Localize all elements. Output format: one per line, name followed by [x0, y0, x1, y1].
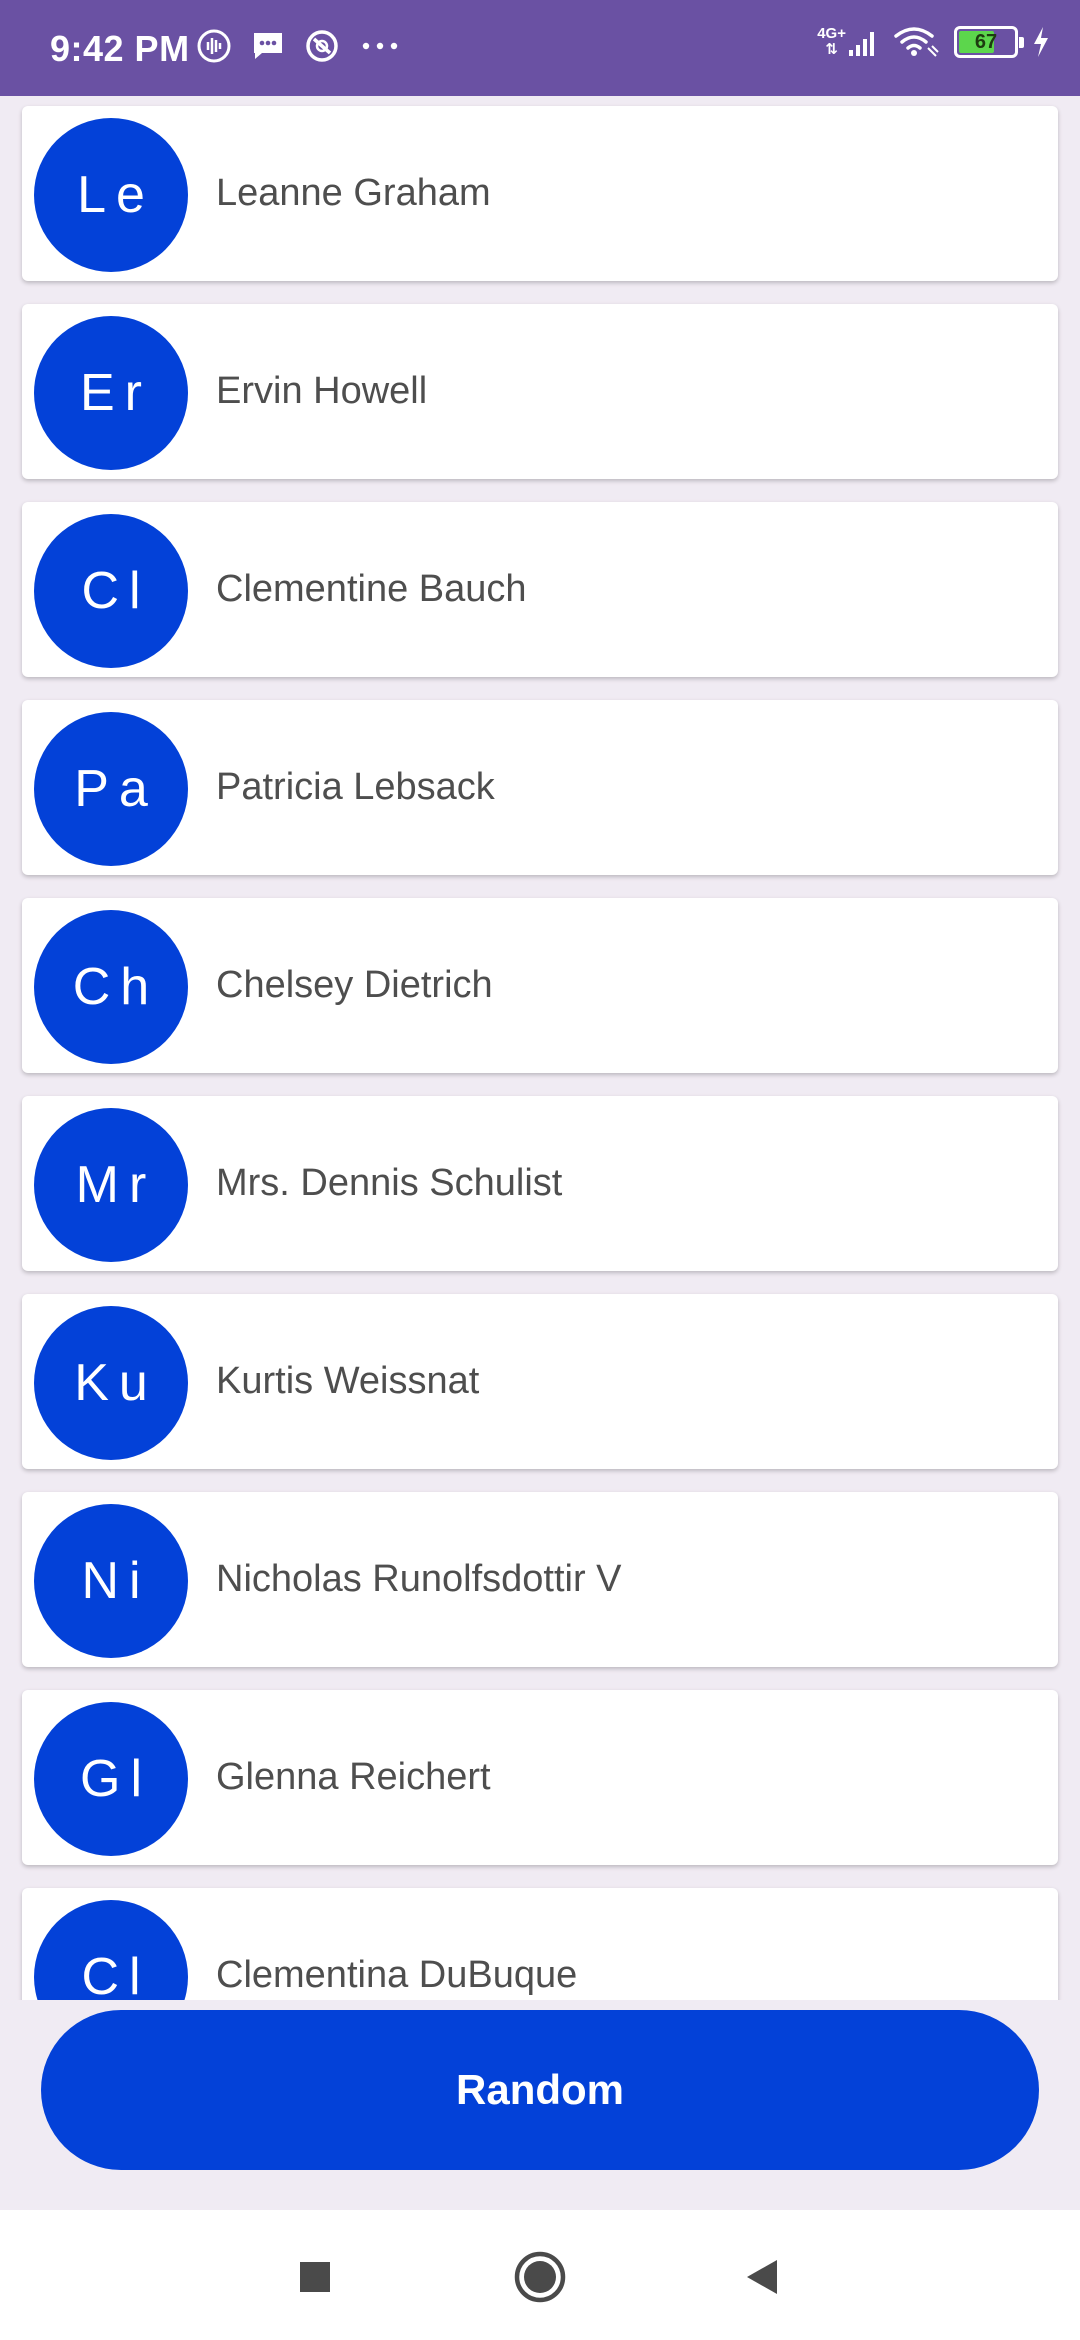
user-card[interactable]: Ch Chelsey Dietrich: [22, 898, 1058, 1073]
battery-level: 67: [974, 31, 998, 53]
random-button[interactable]: Random: [41, 2010, 1039, 2170]
user-card[interactable]: Cl Clementina DuBuque: [22, 1888, 1058, 2000]
user-card[interactable]: Le Leanne Graham: [22, 106, 1058, 281]
network-activity-label: ⇅: [825, 41, 838, 58]
user-card[interactable]: Ku Kurtis Weissnat: [22, 1294, 1058, 1469]
user-name: Kurtis Weissnat: [216, 1360, 480, 1402]
home-circle-icon[interactable]: [505, 2242, 575, 2312]
user-card[interactable]: Cl Clementine Bauch: [22, 502, 1058, 677]
battery-indicator: 67: [954, 26, 1024, 58]
user-card[interactable]: Pa Patricia Lebsack: [22, 700, 1058, 875]
user-name: Glenna Reichert: [216, 1756, 491, 1798]
user-avatar: Ch: [34, 910, 188, 1064]
user-avatar: Ku: [34, 1306, 188, 1460]
user-list[interactable]: Le Leanne Graham Er Ervin Howell Cl Clementin…: [0, 96, 1080, 2000]
user-name: Ervin Howell: [216, 370, 428, 412]
user-avatar: Ni: [34, 1504, 188, 1658]
battery-tip: [1019, 37, 1024, 48]
user-name: Nicholas Runolfsdottir V: [216, 1558, 622, 1600]
status-notification-icons: [196, 28, 402, 64]
status-system-icons: 4G+ ⇅ 67: [817, 24, 1050, 60]
message-icon: [254, 33, 282, 59]
system-nav-bar: [0, 2210, 1080, 2340]
network-type: 4G+ ⇅: [817, 26, 878, 58]
user-card[interactable]: Er Ervin Howell: [22, 304, 1058, 479]
user-name: Clementine Bauch: [216, 568, 527, 610]
bottom-action-area: Random: [0, 2000, 1080, 2210]
status-bar: 9:42 PM 4G+ ⇅ 67: [0, 0, 1080, 96]
user-name: Patricia Lebsack: [216, 766, 495, 808]
signal-strength-icon: [849, 32, 874, 56]
recents-square-icon[interactable]: [280, 2242, 350, 2312]
user-avatar: Cl: [34, 1900, 188, 2000]
user-card[interactable]: Ni Nicholas Runolfsdottir V: [22, 1492, 1058, 1667]
user-avatar: Pa: [34, 712, 188, 866]
user-avatar: Mr: [34, 1108, 188, 1262]
network-type-label: 4G+: [817, 25, 846, 42]
user-name: Chelsey Dietrich: [216, 964, 493, 1006]
do-not-disturb-icon: [306, 30, 338, 62]
back-triangle-icon[interactable]: [728, 2242, 798, 2312]
user-avatar: Cl: [34, 514, 188, 668]
user-name: Leanne Graham: [216, 172, 491, 214]
status-time: 9:42 PM: [50, 28, 190, 69]
charging-icon: [1034, 27, 1048, 57]
user-avatar: Le: [34, 118, 188, 272]
user-avatar: Gl: [34, 1702, 188, 1856]
app-screen: 9:42 PM 4G+ ⇅ 67 Le Leanne Graham Er Erv…: [0, 0, 1080, 2340]
more-dots-icon: [362, 42, 398, 50]
user-name: Clementina DuBuque: [216, 1954, 578, 1996]
user-card[interactable]: Gl Glenna Reichert: [22, 1690, 1058, 1865]
wifi-icon: [894, 27, 939, 57]
user-card[interactable]: Mr Mrs. Dennis Schulist: [22, 1096, 1058, 1271]
user-name: Mrs. Dennis Schulist: [216, 1162, 563, 1204]
user-avatar: Er: [34, 316, 188, 470]
voice-notification-icon: [197, 29, 231, 63]
